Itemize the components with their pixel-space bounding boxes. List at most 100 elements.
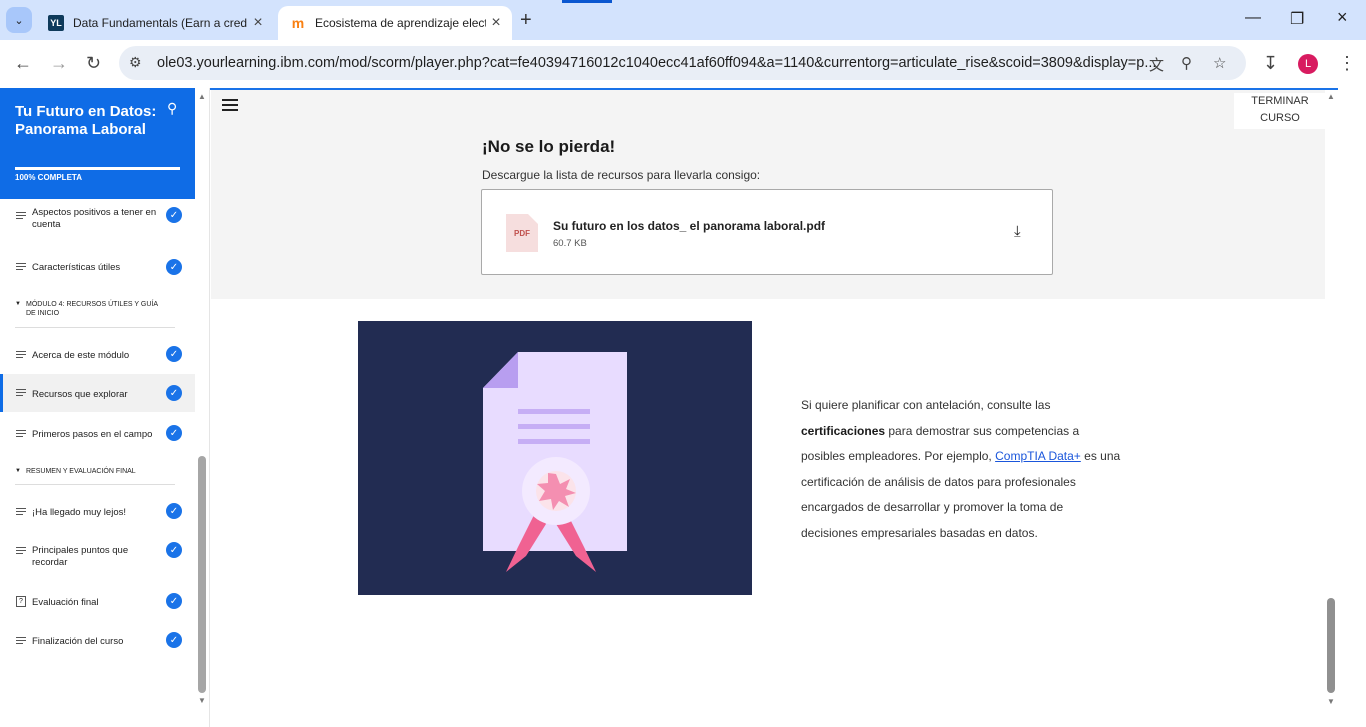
pdf-file-icon: PDF — [506, 214, 538, 252]
minimize-button[interactable]: — — [1245, 9, 1261, 27]
scroll-up-icon[interactable]: ▲ — [198, 92, 206, 101]
lesson-lines-icon — [16, 263, 26, 272]
sidebar-item-label: Primeros pasos en el campo — [32, 429, 153, 440]
close-window-button[interactable]: × — [1337, 7, 1348, 28]
tab-title: Data Fundamentals (Earn a cred — [73, 16, 248, 30]
download-icon[interactable]: ↧ — [1263, 53, 1278, 74]
site-info-icon[interactable]: ⚙ — [129, 54, 142, 71]
bookmark-star-icon[interactable]: ☆ — [1213, 54, 1226, 72]
sidebar-item-label: ¡Ha llegado muy lejos! — [32, 507, 126, 518]
chevron-down-icon: ⌄ — [14, 14, 24, 27]
sidebar-item-aspectos-positivos[interactable]: Aspectos positivos a tener en cuenta ✓ — [0, 207, 195, 237]
file-name[interactable]: Su futuro en los datos_ el panorama labo… — [553, 219, 825, 233]
paragraph-text: Si quiere planificar con antelación, con… — [801, 398, 1051, 412]
tab-ecosistema[interactable]: m Ecosistema de aprendizaje elect × — [278, 6, 512, 40]
sidebar-item-label: Finalización del curso — [32, 636, 124, 647]
tab-indicator — [562, 0, 612, 3]
lesson-lines-icon — [16, 351, 26, 360]
progress-label: 100% COMPLETA — [15, 173, 82, 182]
sidebar-item-label: Recursos que explorar — [32, 389, 128, 400]
end-course-label: TERMINAR — [1251, 95, 1309, 107]
address-bar[interactable]: ⚙ ole03.yourlearning.ibm.com/mod/scorm/p… — [119, 46, 1246, 80]
lesson-lines-icon — [16, 389, 26, 398]
file-download-card[interactable]: PDF Su futuro en los datos_ el panorama … — [481, 189, 1053, 275]
yourlearning-favicon-icon: YL — [48, 15, 64, 31]
close-icon[interactable]: × — [486, 14, 506, 32]
new-tab-button[interactable]: + — [520, 9, 532, 32]
avatar[interactable]: L — [1298, 54, 1318, 74]
moodle-favicon-icon: m — [291, 15, 305, 31]
sidebar-item-acerca[interactable]: Acerca de este módulo ✓ — [0, 346, 195, 366]
divider — [15, 484, 175, 485]
download-icon[interactable]: ⤓ — [1014, 223, 1021, 240]
sidebar-item-primeros-pasos[interactable]: Primeros pasos en el campo ✓ — [0, 425, 195, 445]
scroll-down-icon[interactable]: ▼ — [1327, 697, 1335, 706]
course-title: Tu Futuro en Datos: Panorama Laboral — [15, 103, 157, 138]
sidebar-scrollbar[interactable] — [198, 456, 206, 693]
sidebar-header: Tu Futuro en Datos: Panorama Laboral ⚲ 1… — [0, 88, 195, 199]
sidebar-item-principales-puntos[interactable]: Principales puntos que recordar ✓ — [0, 542, 195, 572]
certificate-icon — [483, 352, 627, 572]
content-scrollbar[interactable] — [1327, 598, 1335, 693]
sidebar-item-recursos[interactable]: Recursos que explorar ✓ — [0, 374, 195, 412]
certificate-illustration — [358, 321, 752, 595]
section-label: RESUMEN Y EVALUACIÓN FINAL — [26, 468, 136, 475]
active-indicator — [0, 374, 3, 412]
close-icon[interactable]: × — [248, 14, 268, 32]
sidebar-item-caracteristicas[interactable]: Características útiles ✓ — [0, 258, 195, 278]
section-modulo-4[interactable]: ▼ MÓDULO 4: RECURSOS ÚTILES Y GUÍA DE IN… — [15, 300, 175, 320]
end-course-button[interactable]: TERMINAR CURSO — [1234, 93, 1326, 129]
lesson-content: TERMINAR CURSO ¡No se lo pierda! Descarg… — [211, 90, 1326, 727]
browser-tabstrip: ⌄ YL Data Fundamentals (Earn a cred × m … — [0, 0, 1366, 40]
sidebar-item-evaluacion-final[interactable]: ? Evaluación final ✓ — [0, 593, 195, 613]
reload-button[interactable]: ↻ — [86, 53, 101, 74]
divider — [15, 327, 175, 328]
translate-icon[interactable]: 文 — [1149, 54, 1164, 75]
menu-icon[interactable] — [222, 99, 238, 114]
quiz-icon: ? — [16, 596, 26, 607]
search-icon[interactable]: ⚲ — [167, 100, 177, 117]
check-icon: ✓ — [166, 425, 182, 441]
section-resumen[interactable]: ▼ RESUMEN Y EVALUACIÓN FINAL — [15, 467, 175, 479]
scroll-down-icon[interactable]: ▼ — [198, 696, 206, 705]
sidebar-item-finalizacion[interactable]: Finalización del curso ✓ — [0, 632, 195, 652]
sidebar-item-label: Características útiles — [32, 262, 121, 273]
course-sidebar: Tu Futuro en Datos: Panorama Laboral ⚲ 1… — [0, 88, 210, 727]
check-icon: ✓ — [166, 632, 182, 648]
zoom-icon[interactable]: ⚲ — [1181, 54, 1192, 72]
sidebar-item-label: Acerca de este módulo — [32, 350, 130, 361]
file-size: 60.7 KB — [553, 238, 587, 249]
tab-data-fundamentals[interactable]: YL Data Fundamentals (Earn a cred × — [36, 6, 274, 40]
certification-paragraph: Si quiere planificar con antelación, con… — [801, 393, 1121, 546]
comptia-link[interactable]: CompTIA Data+ — [995, 449, 1081, 463]
lesson-lines-icon — [16, 637, 26, 646]
end-course-label: CURSO — [1260, 112, 1300, 124]
check-icon: ✓ — [166, 385, 182, 401]
lesson-lines-icon — [16, 430, 26, 439]
tab-title: Ecosistema de aprendizaje elect — [315, 16, 486, 30]
check-icon: ✓ — [166, 593, 182, 609]
section-subtitle: Descargue la lista de recursos para llev… — [482, 168, 761, 182]
scroll-up-icon[interactable]: ▲ — [1327, 92, 1335, 101]
check-icon: ✓ — [166, 207, 182, 223]
check-icon: ✓ — [166, 503, 182, 519]
forward-button[interactable]: → — [50, 53, 68, 74]
sidebar-item-label: Aspectos positivos a tener en cuenta — [32, 207, 157, 230]
check-icon: ✓ — [166, 259, 182, 275]
progress-bar — [15, 167, 180, 170]
sidebar-item-ha-llegado[interactable]: ¡Ha llegado muy lejos! ✓ — [0, 503, 195, 523]
certificaciones-bold: certificaciones — [801, 423, 886, 438]
lesson-lines-icon — [16, 508, 26, 517]
sidebar-item-label: Evaluación final — [32, 597, 99, 608]
browser-toolbar: ← → ↻ ⚙ ole03.yourlearning.ibm.com/mod/s… — [0, 40, 1366, 88]
collapse-triangle-icon: ▼ — [15, 301, 21, 307]
check-icon: ✓ — [166, 542, 182, 558]
menu-dots-icon[interactable]: ⋮ — [1338, 53, 1356, 74]
section-label: MÓDULO 4: RECURSOS ÚTILES Y GUÍA DE INIC… — [26, 301, 158, 317]
back-button[interactable]: ← — [14, 53, 32, 74]
sidebar-item-label: Principales puntos que recordar — [32, 545, 129, 568]
lesson-lines-icon — [16, 212, 26, 221]
restore-button[interactable]: ❐ — [1290, 9, 1304, 29]
tab-search-button[interactable]: ⌄ — [6, 7, 32, 33]
url-text[interactable]: ole03.yourlearning.ibm.com/mod/scorm/pla… — [157, 55, 1156, 71]
